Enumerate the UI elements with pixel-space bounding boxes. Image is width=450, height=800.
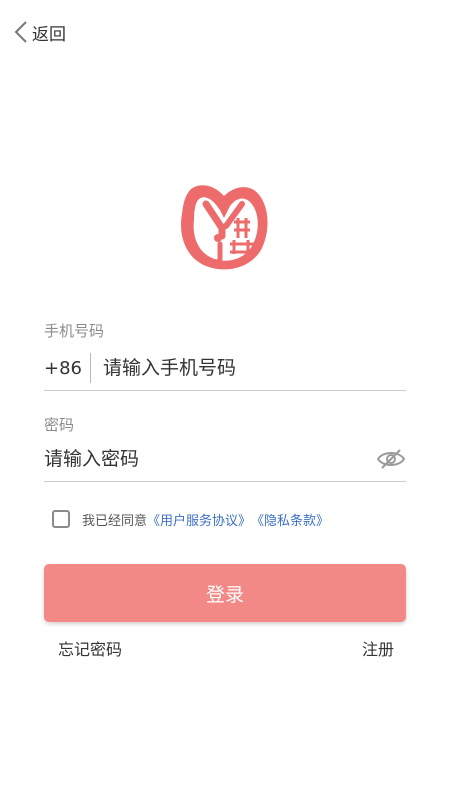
phone-input[interactable]	[103, 348, 406, 388]
agreement-checkbox[interactable]	[52, 510, 70, 528]
register-link[interactable]: 注册	[362, 636, 394, 660]
app-logo	[181, 185, 268, 270]
password-input-row	[44, 437, 406, 482]
terms-link[interactable]: 《用户服务协议》	[147, 510, 251, 529]
privacy-link[interactable]: 《隐私条款》	[251, 510, 329, 529]
divider	[90, 353, 91, 383]
phone-label: 手机号码	[44, 322, 105, 340]
agreement-row: 我已经同意 《用户服务协议》 《隐私条款》	[52, 507, 329, 531]
agreement-text: 我已经同意	[82, 513, 148, 529]
country-code[interactable]: +86	[44, 358, 90, 379]
forgot-password-link[interactable]: 忘记密码	[58, 636, 122, 660]
back-label: 返回	[32, 24, 66, 45]
password-input[interactable]	[44, 439, 370, 479]
phone-input-row: +86	[44, 346, 406, 391]
eye-off-icon[interactable]	[376, 448, 406, 470]
top-bar: 返回	[0, 0, 450, 64]
login-button[interactable]: 登录	[44, 564, 406, 622]
chevron-left-icon	[14, 21, 27, 43]
back-button[interactable]: 返回	[12, 18, 66, 46]
password-label: 密码	[44, 416, 75, 434]
